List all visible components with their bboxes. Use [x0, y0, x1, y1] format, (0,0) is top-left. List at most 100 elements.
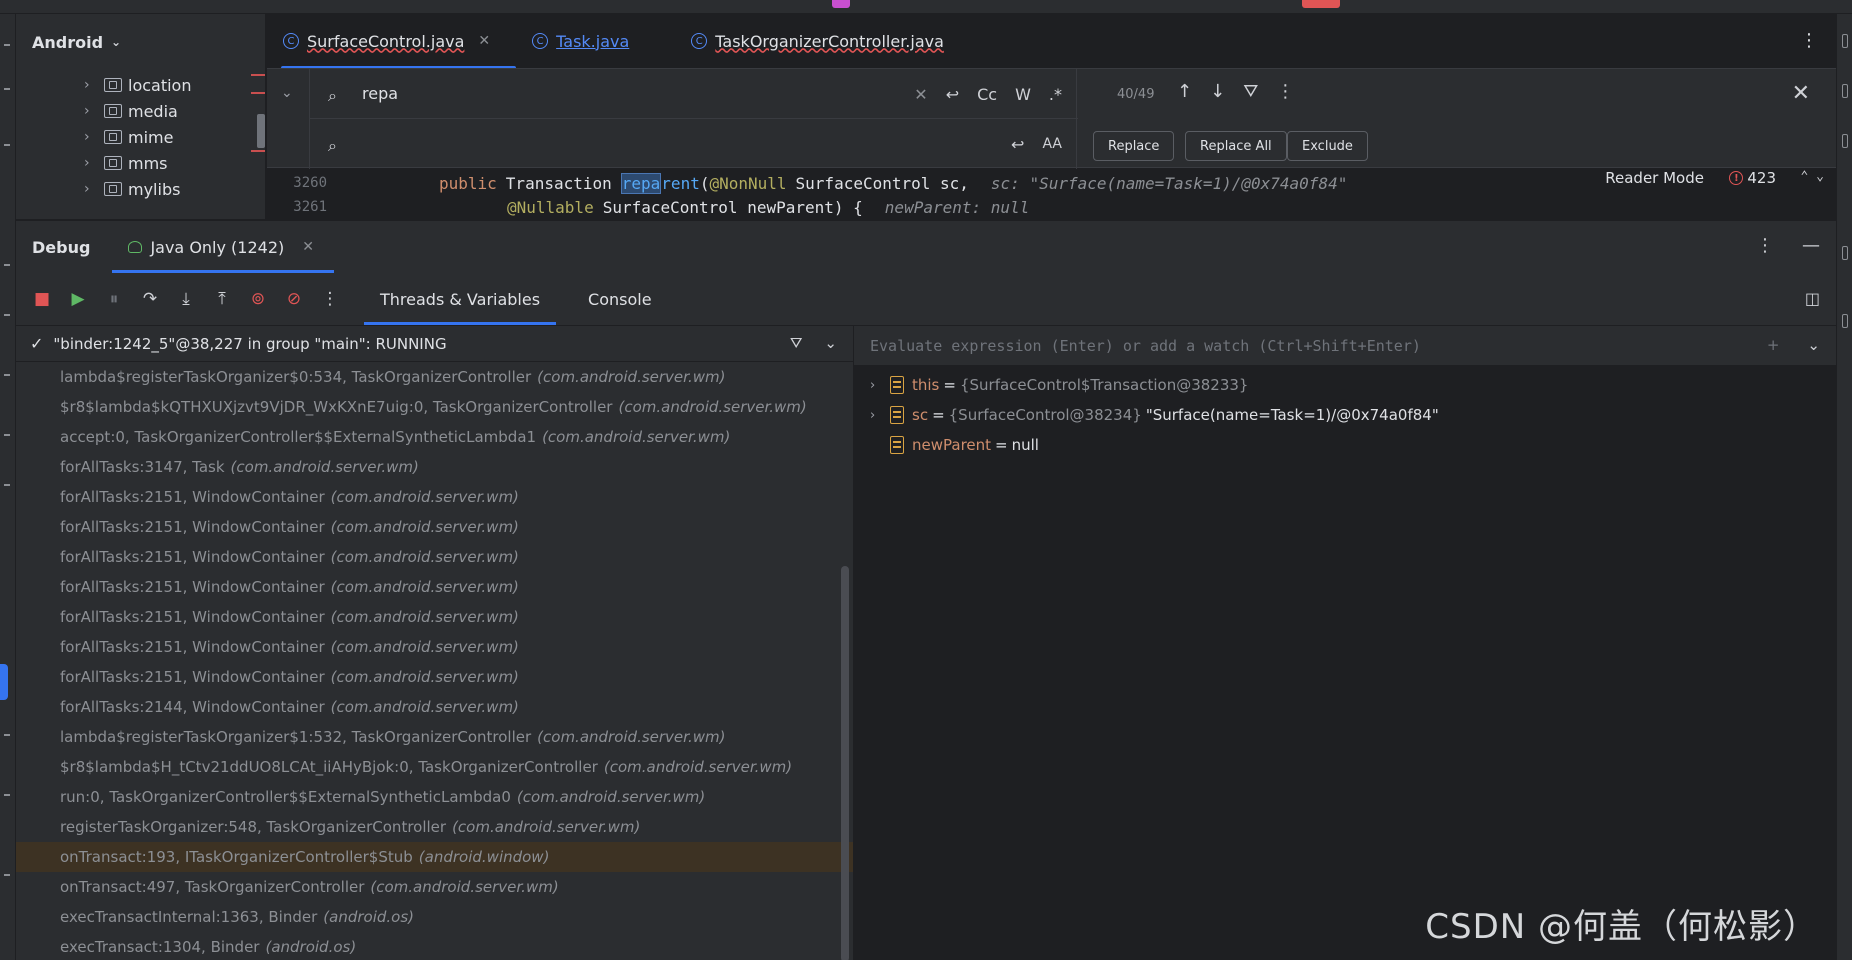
find-input[interactable] — [362, 84, 782, 103]
stack-frame[interactable]: accept:0, TaskOrganizerController$$Exter… — [16, 422, 853, 452]
chevron-down-icon[interactable]: ⌄ — [281, 85, 293, 101]
chevron-down-icon[interactable]: ⌄ — [824, 334, 837, 352]
rail-tool-icon[interactable] — [4, 88, 10, 90]
search-history-icon[interactable]: ⌕ — [328, 86, 350, 105]
reader-mode-button[interactable]: Reader Mode — [1605, 169, 1704, 187]
exclude-button[interactable]: Exclude — [1287, 131, 1368, 161]
rail-tool-icon[interactable] — [4, 734, 10, 736]
rail-tool-icon[interactable] — [1842, 246, 1848, 260]
more-vertical-icon[interactable]: ⋮ — [320, 289, 340, 309]
replace-input[interactable] — [362, 134, 782, 154]
more-vertical-icon[interactable]: ⋮ — [1276, 81, 1294, 102]
chevron-right-icon[interactable]: › — [84, 181, 96, 197]
debug-session-tab[interactable]: Java Only (1242) ✕ — [112, 221, 334, 273]
multiline-icon[interactable]: ↩ — [1011, 135, 1024, 154]
stack-frame[interactable]: forAllTasks:2151, WindowContainer (com.an… — [16, 662, 853, 692]
variable-row[interactable]: newParent = null — [854, 430, 1836, 460]
pause-icon[interactable]: ⏸ — [104, 289, 124, 309]
more-vertical-icon[interactable]: ⋮ — [1756, 235, 1774, 256]
tab-console[interactable]: Console — [572, 273, 668, 325]
replace-button[interactable]: Replace — [1093, 131, 1175, 161]
stack-frame[interactable]: forAllTasks:2151, WindowContainer (com.an… — [16, 572, 853, 602]
project-scrollbar[interactable] — [251, 74, 265, 154]
view-breakpoints-icon[interactable]: ⊚ — [248, 289, 268, 309]
stack-frame[interactable]: forAllTasks:2151, WindowContainer (com.an… — [16, 632, 853, 662]
code-view[interactable]: 3260 public Transaction repa rent(@NonNul… — [267, 169, 1836, 219]
rail-tool-icon[interactable] — [4, 434, 10, 436]
chevron-right-icon[interactable]: › — [870, 408, 890, 423]
chevron-down-icon[interactable]: ⌄ — [1807, 336, 1820, 354]
match-case-toggle[interactable]: Cc — [977, 85, 997, 104]
rail-tool-icon[interactable] — [1842, 134, 1848, 148]
add-watch-icon[interactable]: + — [1767, 336, 1780, 354]
rail-tool-icon[interactable] — [4, 794, 10, 796]
rail-tool-icon[interactable] — [4, 264, 10, 266]
stack-frame[interactable]: run:0, TaskOrganizerController$$External… — [16, 782, 853, 812]
tab-taskorganizercontroller[interactable]: C TaskOrganizerController.java — [675, 14, 960, 68]
rail-tool-icon[interactable] — [4, 484, 10, 486]
resume-icon[interactable]: ▶ — [68, 289, 88, 309]
stack-frame[interactable]: $r8$lambda$H_tCtv21ddUO8LCAt_iiAHyBjok:0… — [16, 752, 853, 782]
preserve-case-toggle[interactable]: AA — [1042, 136, 1062, 152]
rail-tool-icon[interactable] — [1842, 314, 1848, 328]
rail-tool-icon[interactable] — [1842, 84, 1848, 98]
stack-frame[interactable]: forAllTasks:2151, WindowContainer (com.an… — [16, 602, 853, 632]
rail-active-indicator[interactable] — [0, 664, 8, 700]
chevron-right-icon[interactable]: › — [84, 129, 96, 145]
stack-frame-current[interactable]: onTransact:193, ITaskOrganizerController… — [16, 842, 853, 872]
evaluate-expression-input[interactable] — [870, 336, 1730, 355]
close-icon[interactable]: ✕ — [1792, 81, 1810, 106]
clear-icon[interactable]: ✕ — [914, 85, 927, 104]
stack-frame[interactable]: registerTaskOrganizer:548, TaskOrganizer… — [16, 812, 853, 842]
arrow-down-icon[interactable]: ↓ — [1210, 81, 1225, 102]
stack-frame[interactable]: execTransactInternal:1363, Binder (androi… — [16, 902, 853, 932]
chevron-right-icon[interactable]: › — [84, 77, 96, 93]
filter-icon[interactable]: ⛛ — [1243, 81, 1258, 102]
layout-settings-icon[interactable]: ◫ — [1805, 289, 1820, 308]
stack-frame[interactable]: forAllTasks:2151, WindowContainer (com.an… — [16, 542, 853, 572]
arrow-up-icon[interactable]: ↑ — [1177, 81, 1192, 102]
step-into-icon[interactable]: ⤓ — [176, 289, 196, 309]
error-indicator[interactable]: ! 423 — [1729, 169, 1776, 187]
stack-frame[interactable]: $r8$lambda$kQTHXUXjzvt9VjDR_WxKXnE7uig:0… — [16, 392, 853, 422]
close-icon[interactable]: ✕ — [302, 239, 314, 255]
tree-item-folder[interactable]: › mylibs — [84, 174, 180, 204]
regex-toggle[interactable]: .* — [1049, 85, 1062, 104]
mute-breakpoints-icon[interactable]: ⊘ — [284, 289, 304, 309]
rail-tool-icon[interactable] — [4, 44, 10, 46]
replace-all-button[interactable]: Replace All — [1185, 131, 1287, 161]
stack-frame[interactable]: lambda$registerTaskOrganizer$0:534, Task… — [16, 362, 853, 392]
scroll-thumb[interactable] — [257, 114, 265, 148]
close-icon[interactable]: ✕ — [478, 33, 490, 49]
variable-row[interactable]: › this = {SurfaceControl$Transaction@38233} — [854, 370, 1836, 400]
problem-navigation[interactable]: ⌃ ⌄ — [1801, 169, 1824, 184]
minimize-icon[interactable]: — — [1802, 235, 1820, 256]
stop-icon[interactable]: ■ — [32, 289, 52, 309]
chevron-right-icon[interactable]: › — [84, 103, 96, 119]
stack-frame[interactable]: lambda$registerTaskOrganizer$1:532, Task… — [16, 722, 853, 752]
stack-frame[interactable]: forAllTasks:3147, Task (com.android.serve… — [16, 452, 853, 482]
rail-tool-icon[interactable] — [4, 374, 10, 376]
frames-scrollbar[interactable] — [841, 566, 849, 960]
chevron-right-icon[interactable]: › — [84, 155, 96, 171]
whole-words-toggle[interactable]: W — [1015, 85, 1031, 104]
replace-history-icon[interactable]: ⌕ — [328, 136, 350, 155]
rail-tool-icon[interactable] — [1842, 34, 1848, 48]
stack-frame[interactable]: forAllTasks:2151, WindowContainer (com.an… — [16, 512, 853, 542]
rail-tool-icon[interactable] — [4, 314, 10, 316]
more-vertical-icon[interactable]: ⋮ — [1800, 30, 1818, 51]
multiline-icon[interactable]: ↩ — [946, 85, 959, 104]
tab-task[interactable]: C Task.java — [516, 14, 645, 68]
variable-row[interactable]: › sc = {SurfaceControl@38234} "Surface(name=… — [854, 400, 1836, 430]
tab-threads-variables[interactable]: Threads & Variables — [364, 273, 557, 325]
thread-selector[interactable]: ✓ "binder:1242_5"@38,227 in group "main"… — [16, 326, 853, 362]
chevron-right-icon[interactable]: › — [870, 378, 890, 393]
rail-tool-icon[interactable] — [4, 144, 10, 146]
filter-icon[interactable]: ⛛ — [790, 334, 803, 352]
stack-frame[interactable]: execTransact:1304, Binder (android.os) — [16, 932, 853, 960]
project-view-selector[interactable]: Android ⌄ — [16, 14, 265, 70]
step-over-icon[interactable]: ↷ — [140, 289, 160, 309]
stack-frame[interactable]: onTransact:497, TaskOrganizerController (… — [16, 872, 853, 902]
stack-frame[interactable]: forAllTasks:2151, WindowContainer (com.an… — [16, 482, 853, 512]
step-out-icon[interactable]: ⤒ — [212, 289, 232, 309]
